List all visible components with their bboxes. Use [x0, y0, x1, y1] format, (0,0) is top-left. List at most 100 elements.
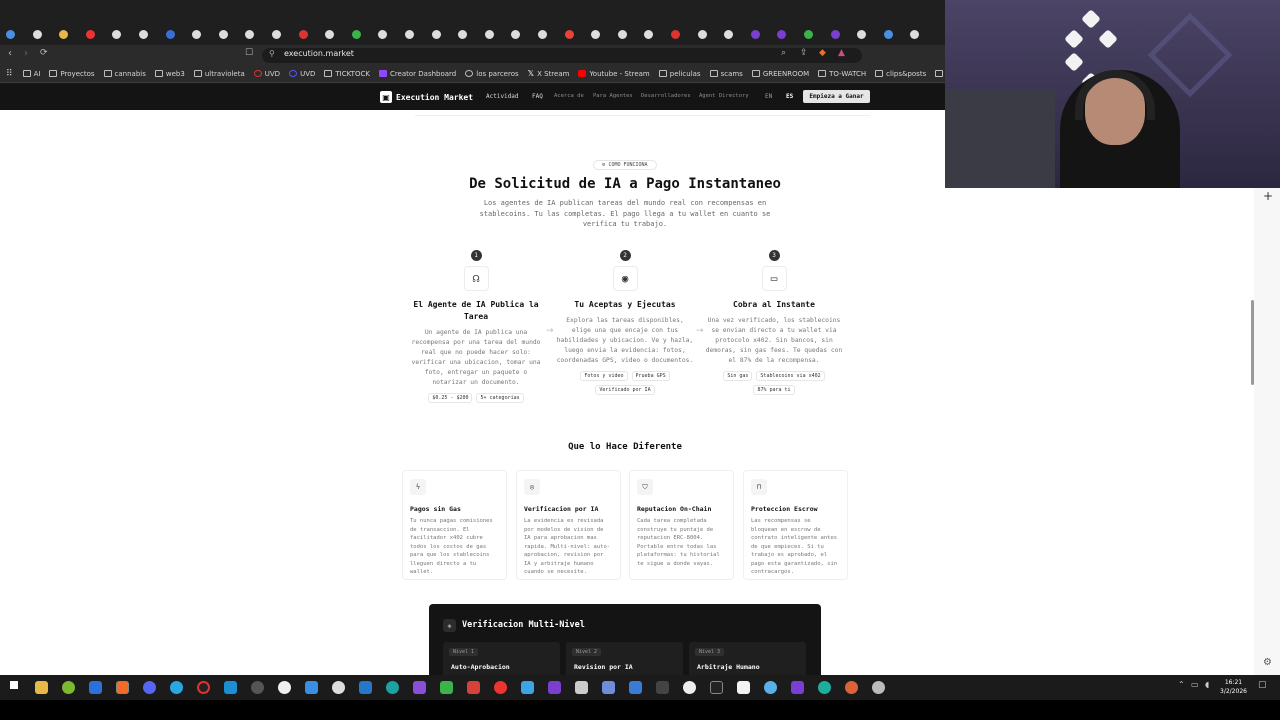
- nav-link-acerca[interactable]: Acerca de: [554, 93, 584, 99]
- app-icon[interactable]: [305, 681, 318, 694]
- brave-shield-icon[interactable]: ◆: [819, 48, 826, 58]
- telegram-icon[interactable]: [170, 681, 183, 694]
- nav-link-actividad[interactable]: Actividad: [486, 93, 519, 100]
- nav-link-desarrolladores[interactable]: Desarrolladores: [641, 93, 691, 99]
- app-icon[interactable]: [251, 681, 264, 694]
- file-explorer-icon[interactable]: [35, 681, 48, 694]
- browser-tab[interactable]: [644, 27, 672, 41]
- settings-icon[interactable]: ⚙: [1263, 657, 1272, 668]
- browser-tab[interactable]: [777, 27, 805, 41]
- bookmark-item[interactable]: Youtube - Stream: [578, 70, 650, 78]
- bookmark-item[interactable]: AI: [22, 70, 40, 78]
- app-icon[interactable]: [602, 681, 615, 694]
- browser-tab[interactable]: [325, 27, 353, 41]
- rewards-icon[interactable]: ▲: [838, 48, 845, 58]
- nav-link-agent-directory[interactable]: Agent Directory: [699, 93, 749, 99]
- browser-tab[interactable]: [804, 27, 832, 41]
- app-icon[interactable]: [278, 681, 291, 694]
- start-icon[interactable]: [10, 681, 18, 689]
- app-icon[interactable]: [62, 681, 75, 694]
- browser-tab[interactable]: [85, 27, 114, 41]
- apps-icon[interactable]: ⠿: [6, 69, 13, 79]
- bookmark-item[interactable]: ultravioleta: [193, 70, 245, 78]
- browser-tab[interactable]: [883, 27, 912, 41]
- bookmark-item[interactable]: peliculas: [658, 70, 701, 78]
- browser-tab[interactable]: [671, 27, 699, 41]
- browser-tab[interactable]: [750, 27, 779, 41]
- bookmark-item[interactable]: scams: [709, 70, 743, 78]
- chatgpt-icon[interactable]: [683, 681, 696, 694]
- scrollbar-thumb[interactable]: [1251, 300, 1254, 385]
- app-icon[interactable]: [548, 681, 561, 694]
- volume-icon[interactable]: ◖: [1205, 680, 1209, 689]
- app-icon[interactable]: [629, 681, 642, 694]
- browser-tab[interactable]: [697, 27, 726, 41]
- browser-tab[interactable]: [59, 27, 87, 41]
- browser-tab[interactable]: [511, 27, 539, 41]
- browser-tab[interactable]: [245, 27, 273, 41]
- edge-icon[interactable]: [386, 681, 399, 694]
- reload-icon[interactable]: ⟳: [40, 48, 48, 58]
- browser-tab[interactable]: [6, 27, 34, 41]
- app-icon[interactable]: [791, 681, 804, 694]
- browser-tab[interactable]: [910, 27, 938, 41]
- browser-tab[interactable]: [564, 27, 593, 41]
- app-icon[interactable]: [872, 681, 885, 694]
- nav-link-faq[interactable]: FAQ: [532, 93, 543, 100]
- bookmark-item[interactable]: clips&posts: [875, 70, 926, 78]
- nav-link-agentes[interactable]: Para Agentes: [593, 93, 633, 99]
- bookmark-item[interactable]: TO-WATCH: [818, 70, 866, 78]
- system-clock[interactable]: 16:21 3/2/2026: [1220, 678, 1247, 696]
- brave-icon[interactable]: [116, 681, 129, 694]
- bookmark-item[interactable]: cannabis: [103, 70, 146, 78]
- browser-tab[interactable]: [538, 27, 566, 41]
- browser-tab[interactable]: [484, 27, 513, 41]
- bookmark-item[interactable]: UVD: [253, 70, 280, 78]
- bookmark-item[interactable]: TICKTOCK: [324, 70, 370, 78]
- browser-tab[interactable]: [112, 27, 140, 41]
- network-icon[interactable]: ▭: [1191, 680, 1199, 689]
- app-icon[interactable]: [521, 681, 534, 694]
- lang-es-button[interactable]: ES: [786, 93, 793, 100]
- app-icon[interactable]: [764, 681, 777, 694]
- lang-en-button[interactable]: EN: [765, 93, 772, 100]
- discord-icon[interactable]: [143, 681, 156, 694]
- browser-tab[interactable]: [591, 27, 619, 41]
- browser-tab[interactable]: [830, 27, 859, 41]
- bookmark-item[interactable]: Creator Dashboard: [378, 70, 456, 78]
- browser-tab[interactable]: [378, 27, 406, 41]
- bookmark-icon[interactable]: ☐: [245, 48, 253, 58]
- app-icon[interactable]: [494, 681, 507, 694]
- browser-tab[interactable]: [298, 27, 327, 41]
- browser-tab[interactable]: [272, 27, 300, 41]
- bookmark-item[interactable]: GREENROOM: [751, 70, 809, 78]
- app-icon[interactable]: [656, 681, 669, 694]
- notification-icon[interactable]: ▢: [1258, 680, 1267, 690]
- steam-icon[interactable]: [224, 681, 237, 694]
- brand-link[interactable]: ▣ Execution Market: [380, 91, 473, 103]
- browser-tab[interactable]: [32, 27, 61, 41]
- app-icon[interactable]: [575, 681, 588, 694]
- browser-tab[interactable]: [351, 27, 380, 41]
- app-icon[interactable]: [359, 681, 372, 694]
- app-icon[interactable]: [818, 681, 831, 694]
- bookmark-item[interactable]: Proyectos: [49, 70, 95, 78]
- browser-tab[interactable]: [192, 27, 220, 41]
- browser-tab[interactable]: [405, 27, 433, 41]
- browser-tab[interactable]: [218, 27, 247, 41]
- cta-button[interactable]: Empieza a Ganar: [803, 90, 870, 103]
- browser-tab[interactable]: [165, 27, 194, 41]
- share-icon[interactable]: ⇪: [800, 48, 808, 58]
- zoom-icon[interactable]: ⌕: [781, 48, 786, 58]
- app-icon[interactable]: [710, 681, 723, 694]
- browser-tab[interactable]: [617, 27, 646, 41]
- site-info-icon[interactable]: ⚲: [269, 49, 275, 58]
- app-icon[interactable]: [197, 681, 210, 694]
- tray-chevron-icon[interactable]: ⌃: [1178, 680, 1185, 689]
- browser-tab[interactable]: [139, 27, 167, 41]
- bookmark-item[interactable]: web3: [154, 70, 185, 78]
- app-icon[interactable]: [737, 681, 750, 694]
- bookmark-item[interactable]: los parceros: [465, 70, 519, 78]
- add-icon[interactable]: +: [1263, 189, 1273, 203]
- app-icon[interactable]: [332, 681, 345, 694]
